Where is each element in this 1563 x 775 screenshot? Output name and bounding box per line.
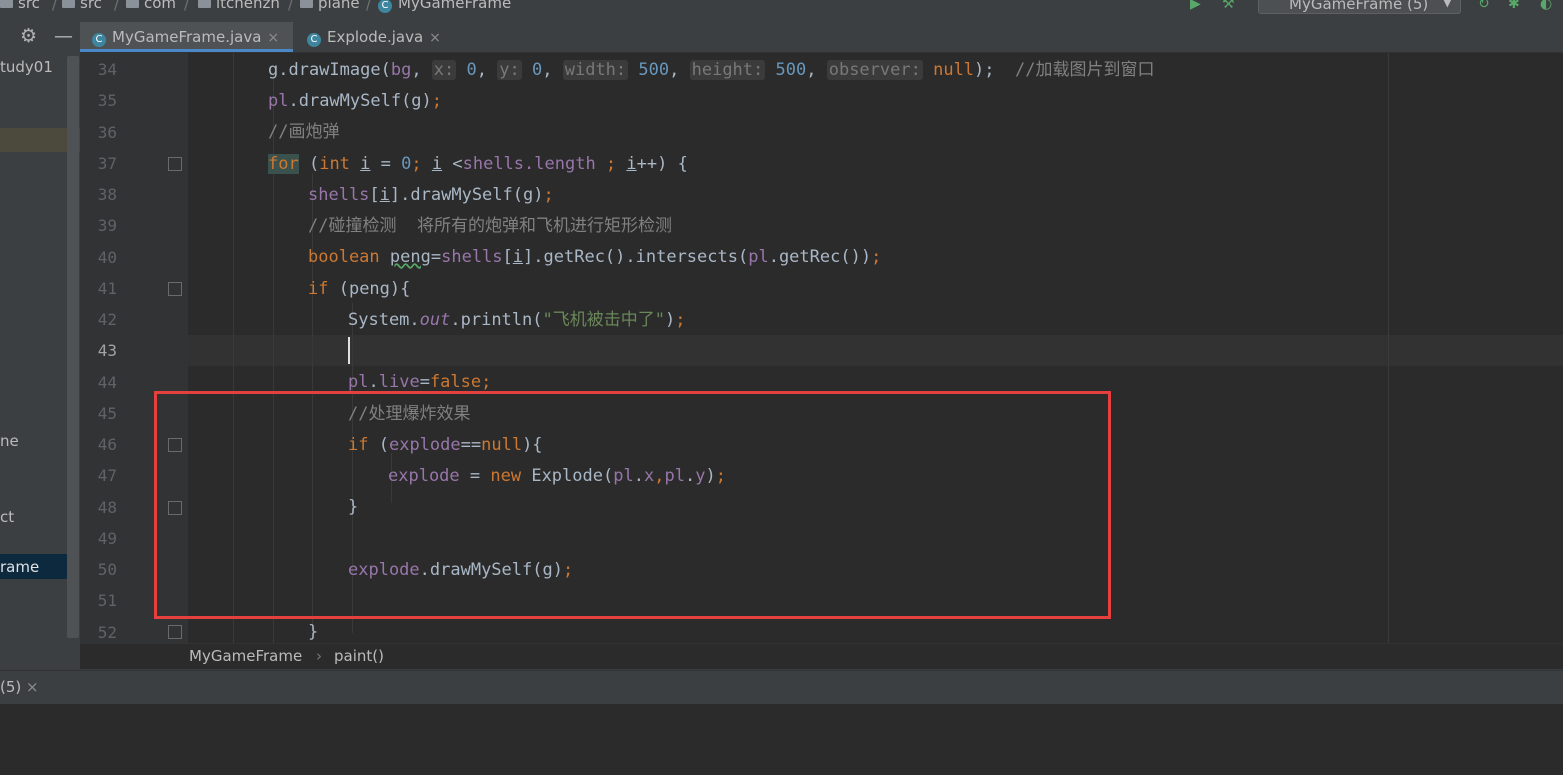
editor-breadcrumb: MyGameFrame › paint() bbox=[80, 643, 1563, 669]
breadcrumb-separator: / bbox=[52, 0, 58, 13]
folder-icon bbox=[198, 0, 211, 8]
build-icon[interactable]: ⚒ bbox=[1222, 0, 1235, 12]
breadcrumb-separator: / bbox=[114, 0, 120, 13]
line-number: 42 bbox=[97, 310, 117, 329]
tab-label: Explode.java bbox=[327, 28, 424, 46]
breadcrumb-itchenzh[interactable]: itchenzh bbox=[198, 0, 280, 12]
breadcrumb-mygameframe[interactable]: C MyGameFrame bbox=[378, 0, 511, 13]
code-line-34: g.drawImage(bg, x: 0, y: 0, width: 500, … bbox=[268, 60, 1155, 80]
settings-icon[interactable]: ⚙ bbox=[20, 25, 37, 47]
breadcrumb-src[interactable]: src bbox=[0, 0, 40, 12]
folder-icon bbox=[62, 0, 75, 8]
breadcrumb-separator: / bbox=[288, 0, 294, 13]
right-margin-guide bbox=[1388, 53, 1389, 643]
breadcrumb-separator: / bbox=[366, 0, 372, 13]
line-number: 45 bbox=[97, 404, 117, 423]
line-number: 47 bbox=[97, 466, 117, 485]
run-configuration-select[interactable]: MyGameFrame (5) ▼ bbox=[1258, 0, 1461, 14]
line-number: 50 bbox=[97, 560, 117, 579]
breadcrumb-class[interactable]: MyGameFrame bbox=[189, 647, 302, 665]
line-number: 41 bbox=[97, 279, 117, 298]
tab-mygameframe[interactable]: C MyGameFrame.java × bbox=[80, 22, 293, 52]
code-line-36: //画炮弹 bbox=[268, 122, 340, 142]
debug-icon[interactable]: ✱ bbox=[1508, 0, 1520, 12]
project-item-mygameframe[interactable]: rame bbox=[0, 558, 39, 576]
tab-explode[interactable]: C Explode.java × bbox=[294, 22, 454, 52]
project-scrollbar[interactable] bbox=[67, 56, 79, 638]
code-line-52: } bbox=[308, 622, 319, 642]
folder-icon bbox=[126, 0, 139, 8]
run-tab-label: (5) bbox=[0, 678, 22, 696]
fold-marker[interactable] bbox=[168, 625, 182, 639]
fold-marker[interactable] bbox=[168, 157, 182, 171]
run-tab[interactable]: (5) × bbox=[0, 671, 50, 704]
line-number: 37 bbox=[97, 154, 117, 173]
project-item-object[interactable]: ct bbox=[0, 508, 14, 526]
line-number: 38 bbox=[97, 185, 117, 204]
code-line-35: pl.drawMySelf(g); bbox=[268, 91, 443, 111]
folder-icon bbox=[300, 0, 313, 8]
line-number: 35 bbox=[97, 91, 117, 110]
text-caret bbox=[348, 337, 350, 364]
run-panel-tabs: (5) × bbox=[0, 670, 1563, 705]
close-icon[interactable]: × bbox=[26, 678, 39, 696]
code-line-41: if (peng){ bbox=[308, 279, 411, 299]
line-number: 44 bbox=[97, 373, 117, 392]
code-line-40: boolean peng=shells[i].getRec().intersec… bbox=[308, 247, 882, 267]
current-line-highlight bbox=[188, 335, 1563, 366]
editor-tabs: C MyGameFrame.java × C Explode.java × bbox=[80, 22, 1563, 53]
run-icon[interactable]: ▶ bbox=[1190, 0, 1201, 12]
line-number-current: 43 bbox=[97, 341, 117, 360]
annotation-box bbox=[154, 391, 1111, 619]
code-editor[interactable]: 34 35 36 37 38 39 40 41 42 43 44 45 46 4… bbox=[80, 53, 1563, 643]
code-line-42: System.out.println("飞机被击中了"); bbox=[348, 310, 686, 330]
coverage-icon[interactable]: ◐ bbox=[1540, 0, 1552, 12]
line-number: 48 bbox=[97, 498, 117, 517]
run-configuration-label: MyGameFrame (5) bbox=[1289, 0, 1429, 13]
project-item-plane[interactable]: ne bbox=[0, 432, 19, 450]
code-line-39: //碰撞检测 将所有的炮弹和飞机进行矩形检测 bbox=[308, 216, 672, 236]
line-number: 40 bbox=[97, 248, 117, 267]
folder-icon bbox=[0, 0, 13, 8]
fold-marker[interactable] bbox=[168, 282, 182, 296]
tab-label: MyGameFrame.java bbox=[112, 28, 262, 46]
code-line-44: pl.live=false; bbox=[348, 372, 492, 392]
rerun-icon[interactable]: ↻ bbox=[1478, 0, 1490, 12]
breadcrumb-separator: › bbox=[316, 647, 322, 665]
breadcrumb-label: MyGameFrame bbox=[398, 0, 512, 12]
line-number: 36 bbox=[97, 123, 117, 142]
code-line-38: shells[i].drawMySelf(g); bbox=[308, 185, 554, 205]
breadcrumb-method[interactable]: paint() bbox=[334, 647, 384, 665]
breadcrumb-separator: / bbox=[184, 0, 190, 13]
line-number: 52 bbox=[97, 623, 117, 642]
breadcrumb-com[interactable]: com bbox=[126, 0, 176, 12]
line-number: 46 bbox=[97, 435, 117, 454]
line-number: 34 bbox=[97, 60, 117, 79]
breadcrumb-label: com bbox=[144, 0, 177, 12]
project-item-study01[interactable]: tudy01 bbox=[0, 58, 53, 76]
line-number: 39 bbox=[97, 216, 117, 235]
navigation-bar: src / src / com / itchenzh / plane / C My… bbox=[0, 0, 1563, 14]
project-panel: ⚙ — tudy01 ne ct rame bbox=[0, 14, 80, 668]
breadcrumb-label: src bbox=[18, 0, 40, 12]
class-icon: C bbox=[307, 33, 321, 47]
class-icon: C bbox=[92, 33, 106, 47]
run-console[interactable] bbox=[0, 704, 1563, 775]
code-line-37: for (int i = 0; i <shells.length ; i++) … bbox=[268, 154, 688, 174]
breadcrumb-src-2[interactable]: src bbox=[62, 0, 102, 12]
line-number: 51 bbox=[97, 591, 117, 610]
class-icon: C bbox=[378, 0, 392, 13]
line-number: 49 bbox=[97, 529, 117, 548]
breadcrumb-label: itchenzh bbox=[216, 0, 280, 12]
close-icon[interactable]: × bbox=[267, 30, 279, 46]
breadcrumb-label: src bbox=[80, 0, 102, 12]
close-icon[interactable]: × bbox=[429, 30, 441, 46]
hide-icon[interactable]: — bbox=[54, 25, 73, 47]
breadcrumb-plane[interactable]: plane bbox=[300, 0, 360, 12]
breadcrumb-label: plane bbox=[318, 0, 360, 12]
dropdown-icon: ▼ bbox=[1442, 0, 1452, 9]
